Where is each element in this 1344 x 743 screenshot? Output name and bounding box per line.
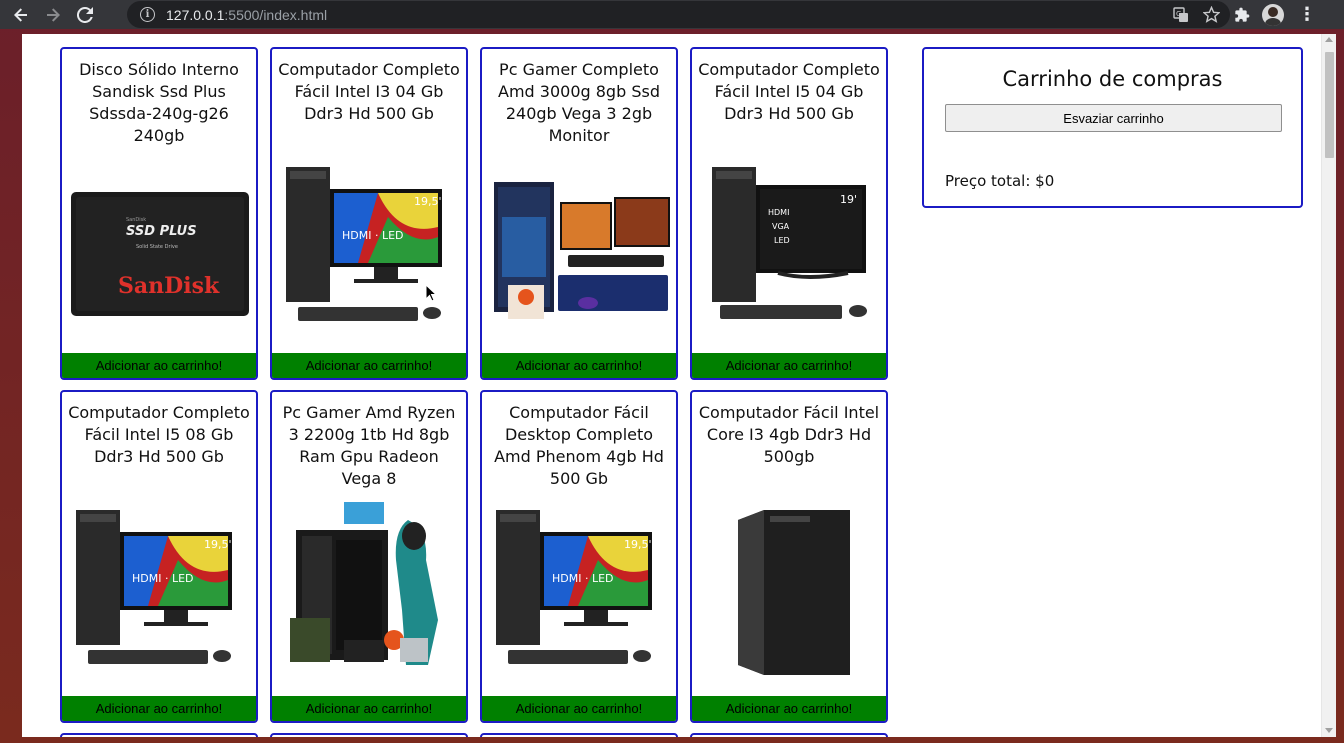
puzzle-icon[interactable]	[1234, 7, 1250, 23]
product-title: Computador Fácil Intel Core I3 4gb Ddr3 …	[698, 403, 880, 466]
product-title: Pc Gamer Amd Ryzen 3 2200g 1tb Hd 8gb Ra…	[282, 403, 456, 488]
add-to-cart-button[interactable]: Adicionar ao carrinho!	[62, 353, 256, 378]
translate-icon[interactable]: G	[1173, 6, 1189, 23]
site-info-icon[interactable]: i	[140, 7, 155, 22]
cart-total: Preço total: $0	[945, 172, 1055, 190]
url-text[interactable]: 127.0.0.1:5500/index.html	[166, 7, 327, 23]
url-path: :5500/index.html	[224, 6, 328, 23]
browser-toolbar: i 127.0.0.1:5500/index.html G ⋮	[0, 0, 1344, 29]
product-image	[278, 500, 460, 680]
product-image	[698, 500, 880, 680]
desktop-pc-image: 19,5' HDMI · LED	[496, 510, 652, 664]
product-image: 19,5' HDMI · LED	[488, 500, 670, 680]
product-title: Computador Completo Fácil Intel I3 04 Gb…	[278, 60, 460, 123]
svg-text:HDMI · LED: HDMI · LED	[342, 229, 404, 242]
avatar-icon[interactable]	[1262, 3, 1284, 26]
scroll-up-arrow-icon[interactable]	[1325, 37, 1333, 42]
svg-text:SSD PLUS: SSD PLUS	[126, 224, 197, 239]
add-to-cart-button[interactable]: Adicionar ao carrinho!	[692, 696, 886, 721]
svg-text:19,5': 19,5'	[204, 538, 232, 551]
product-card	[60, 733, 258, 737]
product-card	[480, 733, 678, 737]
svg-text:LED: LED	[774, 236, 790, 245]
product-card: Computador Completo Fácil Intel I3 04 Gb…	[270, 47, 468, 380]
reload-icon	[77, 6, 93, 23]
cart-title: Carrinho de compras	[1002, 67, 1223, 91]
product-image: SSD PLUS Solid State Drive SanDisk SanDi…	[68, 157, 250, 337]
product-card: Disco Sólido Interno Sandisk Ssd Plus Sd…	[60, 47, 258, 380]
svg-text:HDMI: HDMI	[768, 208, 789, 217]
svg-text:19,5': 19,5'	[624, 538, 652, 551]
empty-cart-button[interactable]: Esvaziar carrinho	[945, 104, 1282, 132]
product-title: Computador Fácil Desktop Completo Amd Ph…	[494, 403, 664, 488]
product-card	[690, 733, 888, 737]
product-title: Pc Gamer Completo Amd 3000g 8gb Ssd 240g…	[498, 60, 660, 145]
add-to-cart-button[interactable]: Adicionar ao carrinho!	[62, 696, 256, 721]
add-to-cart-button[interactable]: Adicionar ao carrinho!	[482, 353, 676, 378]
product-image: 19,5' HDMI · LED	[278, 157, 460, 337]
product-card: Pc Gamer Completo Amd 3000g 8gb Ssd 240g…	[480, 47, 678, 380]
add-to-cart-button[interactable]: Adicionar ao carrinho!	[272, 353, 466, 378]
product-image: 19' HDMI VGA LED	[698, 157, 880, 337]
product-card: Computador Completo Fácil Intel I5 04 Gb…	[690, 47, 888, 380]
url-host: 127.0.0.1	[166, 6, 225, 23]
svg-text:VGA: VGA	[772, 222, 790, 231]
svg-text:SanDisk: SanDisk	[118, 273, 220, 299]
back-button[interactable]	[10, 4, 32, 26]
svg-text:SanDisk: SanDisk	[126, 217, 146, 223]
svg-text:Solid State Drive: Solid State Drive	[136, 244, 178, 250]
desktop-pc-image: 19,5' HDMI · LED	[286, 167, 442, 321]
address-bar[interactable]: i 127.0.0.1:5500/index.html G	[127, 1, 1230, 28]
product-image	[488, 157, 670, 337]
arrow-right-icon	[47, 7, 60, 22]
arrow-left-icon	[14, 7, 27, 22]
svg-text:HDMI · LED: HDMI · LED	[552, 572, 614, 585]
svg-text:19,5': 19,5'	[414, 195, 442, 208]
star-icon[interactable]	[1203, 6, 1220, 23]
page-viewport: Disco Sólido Interno Sandisk Ssd Plus Sd…	[22, 34, 1336, 737]
product-title: Computador Completo Fácil Intel I5 04 Gb…	[698, 60, 880, 123]
gamer-tower-image	[290, 502, 438, 665]
shopping-cart: Carrinho de compras Esvaziar carrinho Pr…	[922, 47, 1303, 208]
svg-text:HDMI · LED: HDMI · LED	[132, 572, 194, 585]
desktop-pc-image: 19' HDMI VGA LED	[712, 167, 867, 319]
product-card	[270, 733, 468, 737]
forward-button[interactable]	[42, 4, 64, 26]
add-to-cart-button[interactable]: Adicionar ao carrinho!	[692, 353, 886, 378]
product-title: Computador Completo Fácil Intel I5 08 Gb…	[68, 403, 250, 466]
add-to-cart-button[interactable]: Adicionar ao carrinho!	[482, 696, 676, 721]
add-to-cart-button[interactable]: Adicionar ao carrinho!	[272, 696, 466, 721]
svg-text:G: G	[1176, 10, 1181, 18]
product-card: Pc Gamer Amd Ryzen 3 2200g 1tb Hd 8gb Ra…	[270, 390, 468, 723]
menu-dots-icon[interactable]: ⋮	[1298, 4, 1316, 25]
product-card: Computador Completo Fácil Intel I5 08 Gb…	[60, 390, 258, 723]
product-card: Computador Fácil Desktop Completo Amd Ph…	[480, 390, 678, 723]
mouse-cursor-icon	[425, 284, 437, 302]
product-card: Computador Fácil Intel Core I3 4gb Ddr3 …	[690, 390, 888, 723]
svg-text:19': 19'	[840, 193, 857, 206]
product-image: 19,5' HDMI · LED	[68, 500, 250, 680]
desktop-pc-image: 19,5' HDMI · LED	[76, 510, 232, 664]
tower-case-image	[738, 510, 850, 675]
reload-button[interactable]	[74, 4, 96, 26]
scroll-thumb[interactable]	[1325, 52, 1334, 158]
vertical-scrollbar[interactable]	[1321, 34, 1336, 737]
ssd-image: SSD PLUS Solid State Drive SanDisk SanDi…	[71, 192, 249, 316]
scroll-down-arrow-icon[interactable]	[1325, 728, 1333, 733]
gamer-setup-image	[494, 182, 670, 319]
product-title: Disco Sólido Interno Sandisk Ssd Plus Sd…	[79, 60, 239, 145]
